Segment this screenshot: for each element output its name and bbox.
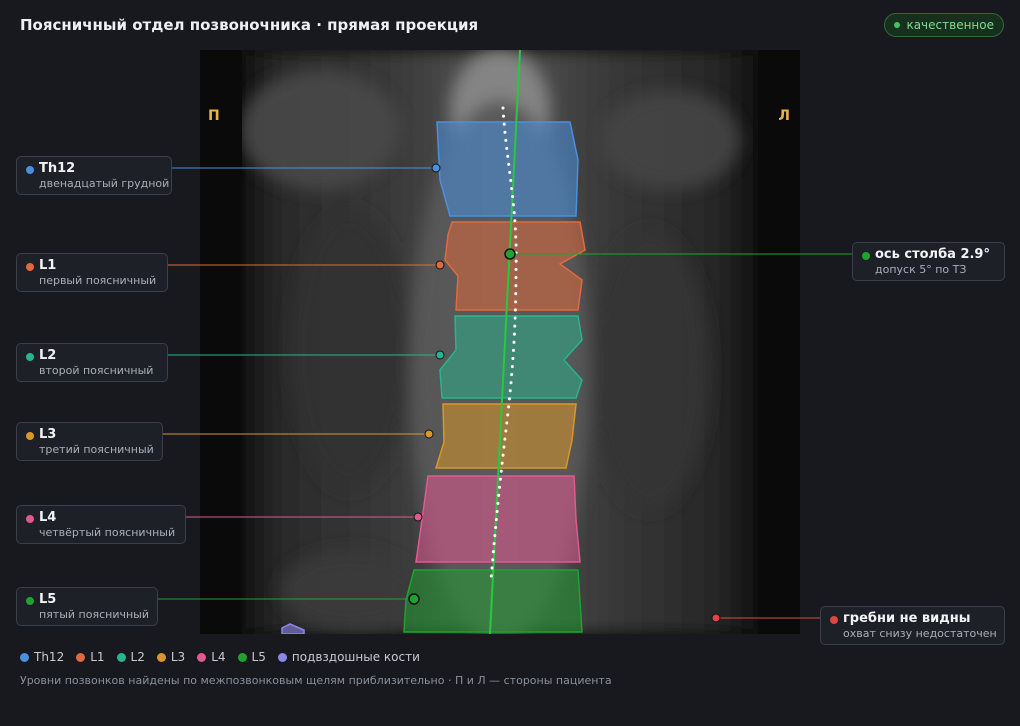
label-card-desc: второй поясничный <box>39 364 154 377</box>
crest-card-desc: охват снизу недостаточен <box>843 627 997 640</box>
legend-item-l3: L3 <box>156 650 186 664</box>
crest-card-name: гребни не видны <box>843 611 971 626</box>
page-title: Поясничный отдел позвоночника · прямая п… <box>20 16 479 34</box>
legend-item-l5: L5 <box>237 650 266 664</box>
label-card-name: L5 <box>39 592 57 607</box>
xray-viewer[interactable]: П Л <box>200 50 800 634</box>
label-card-l1[interactable]: L1 первый поясничный <box>16 253 168 292</box>
crest-dot-icon <box>830 616 838 624</box>
legend-dot-icon <box>116 652 126 662</box>
legend-label: L1 <box>90 650 105 664</box>
label-card-name: L4 <box>39 510 57 525</box>
legend-dot-icon <box>237 652 247 662</box>
label-card-name: Th12 <box>39 161 76 176</box>
legend-item-iliac: подвздошные кости <box>277 650 420 664</box>
legend: Th12 L1 L2 L3 L4 L5 подвздошные кости <box>20 650 420 664</box>
legend-dot-icon <box>156 652 166 662</box>
legend-item-l2: L2 <box>116 650 145 664</box>
legend-dot-icon <box>277 652 287 662</box>
side-marker-right: П <box>208 108 220 124</box>
legend-item-th12: Th12 <box>20 650 64 664</box>
label-card-l2[interactable]: L2 второй поясничный <box>16 343 168 382</box>
quality-badge-label: качественное <box>906 18 994 32</box>
axis-card-name: ось столба 2.9° <box>875 247 990 262</box>
label-card-desc: двенадцатый грудной <box>39 177 170 190</box>
label-card-l3[interactable]: L3 третий поясничный <box>16 422 163 461</box>
legend-label: L2 <box>130 650 145 664</box>
legend-dot-icon <box>20 652 29 662</box>
label-card-desc: четвёртый поясничный <box>39 526 176 539</box>
legend-item-l1: L1 <box>76 650 105 664</box>
vertebra-th12[interactable] <box>436 121 579 217</box>
legend-label: подвздошные кости <box>291 650 420 664</box>
l2-dot-icon <box>26 353 34 361</box>
label-card-name: L2 <box>39 348 57 363</box>
crest-card[interactable]: гребни не видны охват снизу недостаточен <box>820 606 1005 645</box>
l3-dot-icon <box>26 432 34 440</box>
th12-dot-icon <box>26 166 34 174</box>
axis-card[interactable]: ось столба 2.9° допуск 5° по ТЗ <box>852 242 1005 281</box>
footnote: Уровни позвонков найдены по межпозвонков… <box>20 674 612 687</box>
l5-dot-icon <box>26 597 34 605</box>
label-card-desc: пятый поясничный <box>39 608 149 621</box>
side-marker-left: Л <box>778 108 790 124</box>
label-card-desc: первый поясничный <box>39 274 157 287</box>
legend-label: L3 <box>170 650 186 664</box>
label-card-l4[interactable]: L4 четвёртый поясничный <box>16 505 186 544</box>
label-card-desc: третий поясничный <box>39 443 154 456</box>
legend-dot-icon <box>197 652 207 662</box>
axis-card-desc: допуск 5° по ТЗ <box>875 263 967 276</box>
quality-badge: качественное <box>884 13 1004 37</box>
legend-label: L4 <box>211 650 226 664</box>
l1-dot-icon <box>26 263 34 271</box>
label-card-name: L3 <box>39 427 57 442</box>
legend-label: L5 <box>251 650 266 664</box>
axis-dot-icon <box>862 252 870 260</box>
label-card-th12[interactable]: Th12 двенадцатый грудной <box>16 156 172 195</box>
vertebra-l1[interactable] <box>444 221 586 311</box>
label-card-name: L1 <box>39 258 57 273</box>
vertebra-l3[interactable] <box>434 403 577 469</box>
vertebra-l2[interactable] <box>439 315 583 399</box>
legend-dot-icon <box>76 652 86 662</box>
xray-image <box>200 50 800 634</box>
status-dot-icon <box>894 22 901 28</box>
label-card-l5[interactable]: L5 пятый поясничный <box>16 587 158 626</box>
legend-item-l4: L4 <box>197 650 226 664</box>
l4-dot-icon <box>26 515 34 523</box>
legend-label: Th12 <box>34 650 65 664</box>
